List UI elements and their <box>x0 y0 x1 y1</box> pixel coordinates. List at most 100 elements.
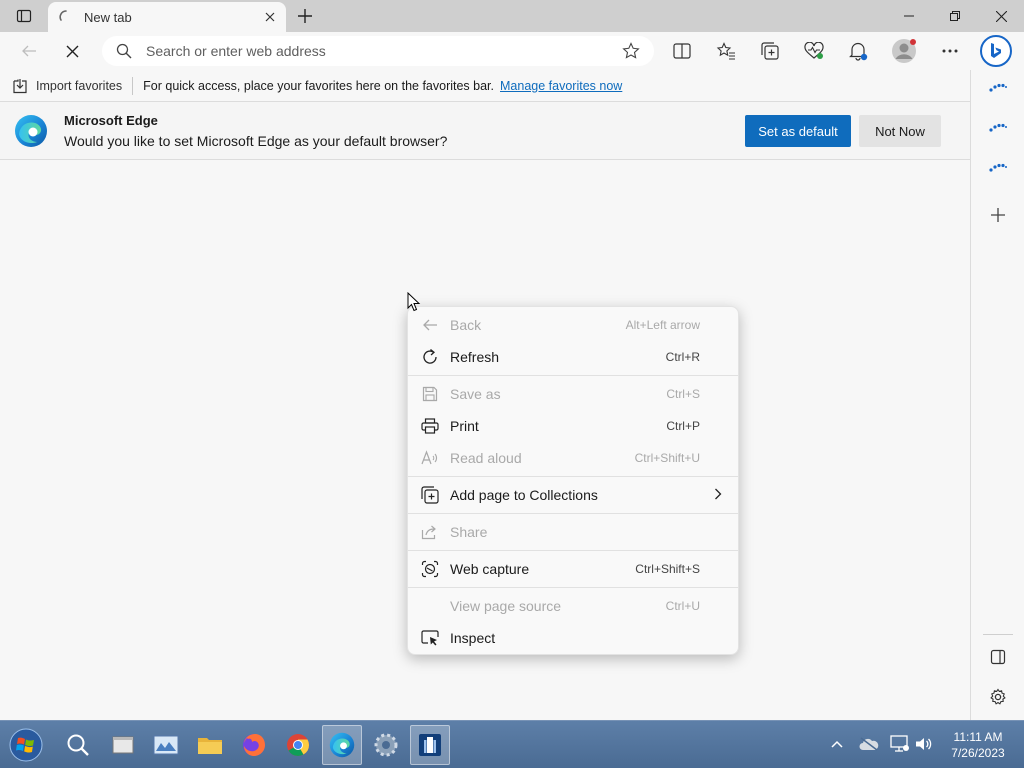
back-arrow-icon <box>22 45 36 57</box>
edge-logo-icon <box>15 115 47 147</box>
save-icon <box>420 384 440 404</box>
sidebar-item-app-3[interactable] <box>983 152 1013 182</box>
minimize-icon <box>904 15 914 17</box>
menu-separator <box>408 587 738 588</box>
minimize-button[interactable] <box>886 0 932 32</box>
profile-button[interactable] <box>889 36 919 66</box>
taskbar-edge[interactable] <box>322 725 362 765</box>
sidebar-item-app-2[interactable] <box>983 112 1013 142</box>
taskbar-file-explorer[interactable] <box>190 725 230 765</box>
menu-item-web-capture[interactable]: Web capture Ctrl+Shift+S <box>408 553 738 585</box>
network-tray-icon[interactable] <box>889 733 911 755</box>
divider <box>132 76 134 95</box>
taskbar-app-1[interactable] <box>103 725 143 765</box>
close-icon <box>265 12 275 22</box>
tab-strip: New tab <box>0 0 1024 32</box>
back-button[interactable] <box>14 36 44 66</box>
tab-close-button[interactable] <box>258 5 282 29</box>
tab-new-tab[interactable]: New tab <box>48 2 286 32</box>
not-now-button[interactable]: Not Now <box>859 115 941 147</box>
address-input[interactable] <box>146 43 596 59</box>
inspect-icon <box>420 628 440 648</box>
web-capture-icon <box>420 559 440 579</box>
settings-and-more-button[interactable] <box>935 36 965 66</box>
sidebar-panel-icon <box>990 649 1006 665</box>
sidebar-divider <box>983 634 1013 635</box>
notifications-button[interactable] <box>843 36 873 66</box>
onedrive-tray-icon[interactable] <box>858 733 880 755</box>
menu-item-refresh[interactable]: Refresh Ctrl+R <box>408 341 738 373</box>
menu-separator <box>408 550 738 551</box>
manage-favorites-link[interactable]: Manage favorites now <box>500 79 622 93</box>
hide-sidebar-button[interactable] <box>983 642 1013 672</box>
menu-item-view-page-source[interactable]: View page source Ctrl+U <box>408 590 738 622</box>
import-favorites-button[interactable]: Import favorites <box>12 78 122 94</box>
menu-separator <box>408 476 738 477</box>
sidebar-item-app-1[interactable] <box>983 72 1013 102</box>
menu-item-shortcut: Ctrl+U <box>665 599 700 613</box>
plus-icon <box>298 9 312 23</box>
clock-time: 11:11 AM <box>953 730 1003 744</box>
plus-icon <box>991 208 1005 222</box>
menu-item-read-aloud[interactable]: Read aloud Ctrl+Shift+U <box>408 442 738 474</box>
taskbar-firefox[interactable] <box>234 725 274 765</box>
tab-actions-icon <box>16 9 32 23</box>
tab-actions-button[interactable] <box>8 4 40 28</box>
new-tab-button[interactable] <box>292 4 318 28</box>
taskbar: 11:11 AM 7/26/2023 <box>0 720 1024 768</box>
sidebar-add-button[interactable] <box>983 200 1013 230</box>
menu-item-share[interactable]: Share <box>408 516 738 548</box>
gear-icon <box>374 733 398 757</box>
menu-item-shortcut: Ctrl+S <box>666 387 700 401</box>
restore-button[interactable] <box>932 0 978 32</box>
sidebar-settings-button[interactable] <box>983 682 1013 712</box>
taskbar-chrome[interactable] <box>278 725 318 765</box>
print-icon <box>420 416 440 436</box>
import-favorites-label: Import favorites <box>36 78 123 93</box>
infobar-message: Would you like to set Microsoft Edge as … <box>64 133 448 149</box>
split-screen-button[interactable] <box>667 36 697 66</box>
menu-item-inspect[interactable]: Inspect <box>408 622 738 654</box>
favorites-bar-message: For quick access, place your favorites h… <box>143 78 495 93</box>
volume-tray-icon[interactable] <box>913 733 935 755</box>
read-aloud-icon <box>420 448 440 468</box>
menu-item-label: Read aloud <box>450 450 522 466</box>
stop-loading-button[interactable] <box>57 36 87 66</box>
network-icon <box>890 735 909 752</box>
speaker-icon <box>916 738 932 750</box>
star-icon[interactable] <box>622 42 640 60</box>
taskbar-app-active[interactable] <box>410 725 450 765</box>
taskbar-app-2[interactable] <box>146 725 186 765</box>
menu-item-label: Inspect <box>450 630 496 646</box>
mouse-cursor-icon <box>407 292 421 312</box>
toolbar <box>0 32 1024 70</box>
menu-item-save-as[interactable]: Save as Ctrl+S <box>408 378 738 410</box>
chevron-right-icon <box>715 488 722 500</box>
edge-icon <box>329 732 355 758</box>
show-hidden-icons-button[interactable] <box>826 733 848 755</box>
menu-item-back[interactable]: Back Alt+Left arrow <box>408 309 738 341</box>
bing-chat-button[interactable] <box>980 35 1012 67</box>
tab-title: New tab <box>84 9 132 25</box>
menu-item-label: View page source <box>450 598 562 614</box>
start-button[interactable] <box>6 725 46 765</box>
favorites-button[interactable] <box>711 36 741 66</box>
address-bar[interactable] <box>102 36 654 66</box>
taskbar-clock[interactable]: 11:11 AM 7/26/2023 <box>940 729 1016 761</box>
menu-item-add-to-collections[interactable]: Add page to Collections <box>408 479 738 511</box>
gear-icon <box>990 688 1006 705</box>
bell-icon <box>849 42 868 61</box>
browser-essentials-button[interactable] <box>799 36 829 66</box>
menu-item-print[interactable]: Print Ctrl+P <box>408 410 738 442</box>
taskbar-app-settings[interactable] <box>366 725 406 765</box>
taskbar-search-button[interactable] <box>58 725 98 765</box>
search-icon <box>67 734 89 756</box>
import-icon <box>13 78 27 93</box>
menu-item-label: Print <box>450 418 479 434</box>
close-icon <box>66 45 78 57</box>
collections-button[interactable] <box>755 36 785 66</box>
menu-item-shortcut: Alt+Left arrow <box>625 318 700 332</box>
set-as-default-button[interactable]: Set as default <box>745 115 851 147</box>
close-window-button[interactable] <box>978 0 1024 32</box>
restore-icon <box>950 11 960 21</box>
